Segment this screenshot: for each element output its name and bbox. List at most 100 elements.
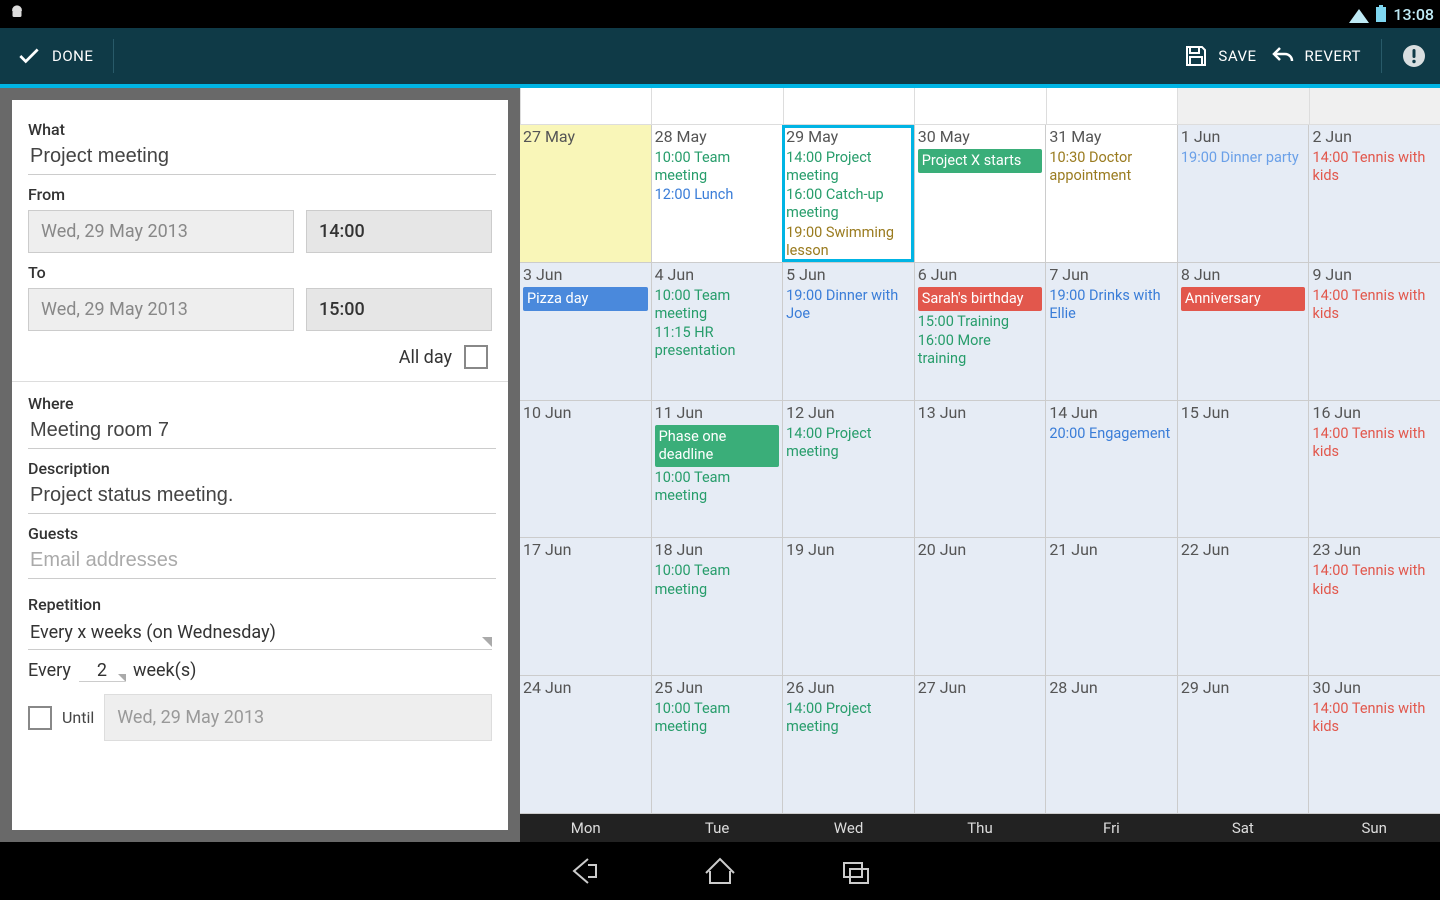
cell-date: 30 Jun	[1312, 678, 1437, 698]
calendar-event[interactable]: 14:00 Project meeting	[786, 425, 911, 461]
calendar-event[interactable]: 10:00 Team meeting	[655, 287, 780, 323]
calendar-event[interactable]: 14:00 Tennis with kids	[1312, 149, 1437, 185]
from-time-picker[interactable]: 14:00	[306, 210, 492, 253]
calendar-event[interactable]: 14:00 Tennis with kids	[1312, 562, 1437, 598]
calendar-cell[interactable]: 20 Jun	[914, 538, 1046, 675]
cell-date: 3 Jun	[523, 265, 648, 285]
cell-date: 2 Jun	[1312, 127, 1437, 147]
calendar-cell[interactable]: 30 Jun14:00 Tennis with kids	[1308, 676, 1440, 813]
calendar-cell[interactable]: 26 Jun14:00 Project meeting	[782, 676, 914, 813]
calendar-event[interactable]: Sarah's birthday	[918, 287, 1043, 311]
calendar-event[interactable]: 19:00 Drinks with Ellie	[1049, 287, 1174, 323]
calendar-cell[interactable]: 27 Jun	[914, 676, 1046, 813]
calendar-event[interactable]: 19:00 Swimming lesson	[786, 224, 911, 260]
calendar-event[interactable]: Pizza day	[523, 287, 648, 311]
calendar-cell[interactable]: 28 May10:00 Team meeting12:00 Lunch	[651, 125, 783, 262]
calendar-cell[interactable]: 25 Jun10:00 Team meeting	[651, 676, 783, 813]
from-label: From	[28, 185, 492, 204]
revert-button[interactable]: REVERT	[1271, 44, 1361, 68]
calendar-grid[interactable]: 27 May28 May10:00 Team meeting12:00 Lunc…	[520, 125, 1440, 814]
home-button[interactable]	[702, 853, 738, 889]
calendar-cell[interactable]: 7 Jun19:00 Drinks with Ellie	[1045, 263, 1177, 400]
where-input[interactable]	[28, 413, 496, 449]
every-n-spinner[interactable]: 2	[79, 660, 125, 682]
calendar-event[interactable]: Project X starts	[918, 149, 1043, 173]
calendar-event[interactable]: 19:00 Dinner with Joe	[786, 287, 911, 323]
calendar-event[interactable]: 10:30 Doctor appointment	[1049, 149, 1174, 185]
calendar-cell[interactable]: 3 JunPizza day	[520, 263, 651, 400]
until-checkbox[interactable]	[28, 706, 52, 730]
calendar-cell[interactable]: 8 JunAnniversary	[1177, 263, 1309, 400]
to-time-picker[interactable]: 15:00	[306, 288, 492, 331]
allday-checkbox[interactable]	[464, 345, 488, 369]
calendar-event[interactable]: 10:00 Team meeting	[655, 149, 780, 185]
calendar-cell[interactable]: 11 JunPhase one deadline10:00 Team meeti…	[651, 401, 783, 538]
calendar-cell[interactable]: 10 Jun	[520, 401, 651, 538]
calendar-cell[interactable]: 15 Jun	[1177, 401, 1309, 538]
calendar-cell[interactable]: 29 May14:00 Project meeting16:00 Catch-u…	[782, 125, 914, 262]
calendar-cell[interactable]: 19 Jun	[782, 538, 914, 675]
calendar-event[interactable]: 10:00 Team meeting	[655, 469, 780, 505]
calendar-event[interactable]: 19:00 Dinner party	[1181, 149, 1306, 167]
alert-icon[interactable]	[1402, 44, 1426, 68]
calendar-event[interactable]: 14:00 Project meeting	[786, 700, 911, 736]
description-input[interactable]	[28, 478, 496, 514]
calendar-event[interactable]: 10:00 Team meeting	[655, 562, 780, 598]
back-button[interactable]	[566, 853, 602, 889]
until-date-picker[interactable]: Wed, 29 May 2013	[104, 694, 492, 741]
dow-label: Mon	[520, 814, 651, 842]
calendar-event[interactable]: 14:00 Tennis with kids	[1312, 700, 1437, 736]
calendar-event[interactable]: 15:00 Training	[918, 313, 1043, 331]
calendar-cell[interactable]: 2 Jun14:00 Tennis with kids	[1308, 125, 1440, 262]
calendar-event[interactable]: Phase one deadline	[655, 425, 780, 467]
calendar-cell[interactable]: 31 May10:30 Doctor appointment	[1045, 125, 1177, 262]
calendar-event[interactable]: Anniversary	[1181, 287, 1306, 311]
cell-date: 21 Jun	[1049, 540, 1174, 560]
calendar-cell[interactable]: 28 Jun	[1045, 676, 1177, 813]
calendar-cell[interactable]: 6 JunSarah's birthday15:00 Training16:00…	[914, 263, 1046, 400]
calendar-cell[interactable]: 9 Jun14:00 Tennis with kids	[1308, 263, 1440, 400]
from-date-picker[interactable]: Wed, 29 May 2013	[28, 210, 294, 253]
cell-date: 24 Jun	[523, 678, 648, 698]
calendar-cell[interactable]: 5 Jun19:00 Dinner with Joe	[782, 263, 914, 400]
calendar-cell[interactable]: 29 Jun	[1177, 676, 1309, 813]
calendar-cell[interactable]: 23 Jun14:00 Tennis with kids	[1308, 538, 1440, 675]
what-input[interactable]	[28, 139, 496, 175]
calendar-cell[interactable]: 4 Jun10:00 Team meeting11:15 HR presenta…	[651, 263, 783, 400]
calendar-cell[interactable]: 16 Jun14:00 Tennis with kids	[1308, 401, 1440, 538]
calendar-event[interactable]: 20:00 Engagement	[1049, 425, 1174, 443]
cell-date: 31 May	[1049, 127, 1174, 147]
cell-date: 10 Jun	[523, 403, 648, 423]
calendar-cell[interactable]: 14 Jun20:00 Engagement	[1045, 401, 1177, 538]
calendar-event[interactable]: 10:00 Team meeting	[655, 700, 780, 736]
calendar-cell[interactable]: 12 Jun14:00 Project meeting	[782, 401, 914, 538]
calendar-event[interactable]: 14:00 Tennis with kids	[1312, 287, 1437, 323]
calendar-cell[interactable]: 22 Jun	[1177, 538, 1309, 675]
what-label: What	[28, 120, 492, 139]
done-button[interactable]: DONE	[6, 43, 93, 69]
save-button[interactable]: SAVE	[1184, 44, 1256, 68]
calendar-cell[interactable]: 13 Jun	[914, 401, 1046, 538]
calendar-panel: 27 May28 May10:00 Team meeting12:00 Lunc…	[520, 84, 1440, 842]
calendar-cell[interactable]: 1 Jun19:00 Dinner party	[1177, 125, 1309, 262]
calendar-event[interactable]: 12:00 Lunch	[655, 186, 780, 204]
calendar-cell[interactable]: 17 Jun	[520, 538, 651, 675]
calendar-event[interactable]: 16:00 More training	[918, 332, 1043, 368]
cell-date: 28 May	[655, 127, 780, 147]
calendar-event[interactable]: 16:00 Catch-up meeting	[786, 186, 911, 222]
calendar-event[interactable]: 11:15 HR presentation	[655, 324, 780, 360]
cell-date: 27 May	[523, 127, 648, 147]
calendar-cell[interactable]: 27 May	[520, 125, 651, 262]
guests-input[interactable]	[28, 543, 496, 579]
until-label: Until	[62, 708, 94, 727]
recents-button[interactable]	[838, 853, 874, 889]
cell-date: 13 Jun	[918, 403, 1043, 423]
calendar-event[interactable]: 14:00 Project meeting	[786, 149, 911, 185]
calendar-cell[interactable]: 18 Jun10:00 Team meeting	[651, 538, 783, 675]
repetition-spinner[interactable]: Every x weeks (on Wednesday)	[28, 618, 492, 650]
to-date-picker[interactable]: Wed, 29 May 2013	[28, 288, 294, 331]
calendar-cell[interactable]: 21 Jun	[1045, 538, 1177, 675]
calendar-cell[interactable]: 30 MayProject X starts	[914, 125, 1046, 262]
calendar-cell[interactable]: 24 Jun	[520, 676, 651, 813]
calendar-event[interactable]: 14:00 Tennis with kids	[1312, 425, 1437, 461]
